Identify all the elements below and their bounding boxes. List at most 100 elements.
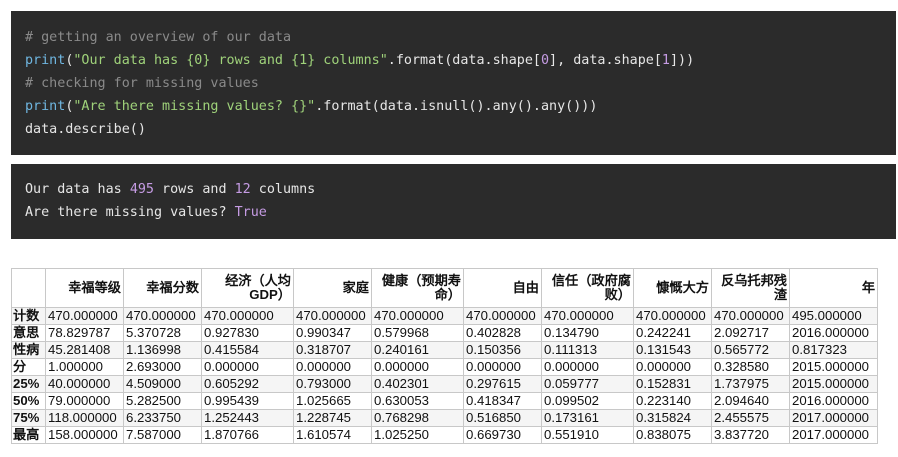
table-cell: 0.297615 <box>463 375 542 393</box>
code-print-shape: print("Our data has {0} rows and {1} col… <box>25 49 896 72</box>
table-row: 意思 78.829787 5.370728 0.927830 0.990347 0.579… <box>11 324 878 342</box>
table-cell: 0.927830 <box>201 324 294 342</box>
missing-values-result: True <box>234 205 267 220</box>
code-comment-missing: # checking for missing values <box>25 76 259 91</box>
table-cell: 0.516850 <box>463 409 542 427</box>
table-cell: 0.000000 <box>293 358 372 376</box>
table-cell: 3.837720 <box>711 426 790 444</box>
table-cell: 0.328580 <box>711 358 790 376</box>
table-cell: 2.094640 <box>711 392 790 410</box>
table-row: 25% 40.000000 4.509000 0.605292 0.793000 0.40… <box>11 375 878 393</box>
table-cell: 0.150356 <box>463 341 542 359</box>
format-string: "Are there missing values? {}" <box>73 99 316 114</box>
output-cell: Our data has 495 rows and 12 columns Are … <box>11 164 896 239</box>
table-cell: 2.455575 <box>711 409 790 427</box>
table-cell: 158.000000 <box>45 426 124 444</box>
table-cell: 45.281408 <box>45 341 124 359</box>
shape-index-0: 0 <box>540 53 550 68</box>
table-cell: 2016.000000 <box>789 392 878 410</box>
output-text: Are there missing values? <box>25 205 235 220</box>
table-cell: 0.605292 <box>201 375 294 393</box>
output-text: Our data has <box>25 182 130 197</box>
table-cell: 470.000000 <box>201 307 294 325</box>
table-cell: 2.092717 <box>711 324 790 342</box>
table-cell: 0.000000 <box>541 358 634 376</box>
table-cell: 0.240161 <box>371 341 464 359</box>
table-cell: 1.025665 <box>293 392 372 410</box>
table-cell: 78.829787 <box>45 324 124 342</box>
column-header: 幸福等级 <box>45 268 124 308</box>
row-label: 50% <box>11 392 46 410</box>
format-call-2: ], data.shape[ <box>549 53 662 68</box>
table-cell: 5.370728 <box>123 324 202 342</box>
table-cell: 0.131543 <box>633 341 712 359</box>
table-cell: 1.610574 <box>293 426 372 444</box>
table-cell: 0.173161 <box>541 409 634 427</box>
table-cell: 79.000000 <box>45 392 124 410</box>
table-cell: 40.000000 <box>45 375 124 393</box>
table-cell: 0.669730 <box>463 426 542 444</box>
row-label: 意思 <box>11 324 46 342</box>
table-cell: 2017.000000 <box>789 409 878 427</box>
table-cell: 0.995439 <box>201 392 294 410</box>
table-cell: 495.000000 <box>789 307 878 325</box>
table-cell: 0.630053 <box>371 392 464 410</box>
code-comment-overview: # getting an overview of our data <box>25 30 292 45</box>
index-header <box>11 268 46 308</box>
table-cell: 0.223140 <box>633 392 712 410</box>
column-header: 信任（政府腐败） <box>541 268 634 308</box>
table-cell: 1.025250 <box>371 426 464 444</box>
table-cell: 1.136998 <box>123 341 202 359</box>
table-cell: 7.587000 <box>123 426 202 444</box>
table-cell: 470.000000 <box>463 307 542 325</box>
table-cell: 0.111313 <box>541 341 634 359</box>
table-cell: 1.737975 <box>711 375 790 393</box>
code-cell[interactable]: # getting an overview of our data print("… <box>11 11 896 155</box>
table-cell: 0.402828 <box>463 324 542 342</box>
table-cell: 0.838075 <box>633 426 712 444</box>
row-label: 计数 <box>11 307 46 325</box>
format-call: .format(data.isnull().any().any())) <box>315 99 598 114</box>
column-header: 慷慨大方 <box>633 268 712 308</box>
table-cell: 118.000000 <box>45 409 124 427</box>
output-text: rows and <box>154 182 235 197</box>
table-cell: 0.402301 <box>371 375 464 393</box>
table-cell: 0.793000 <box>293 375 372 393</box>
table-cell: 2015.000000 <box>789 358 878 376</box>
table-cell: 2015.000000 <box>789 375 878 393</box>
table-cell: 2017.000000 <box>789 426 878 444</box>
table-row: 计数 470.000000 470.000000 470.000000 470.0000… <box>11 307 878 325</box>
table-cell: 0.817323 <box>789 341 878 359</box>
table-cell: 0.000000 <box>463 358 542 376</box>
column-header: 年 <box>789 268 878 308</box>
shape-index-1: 1 <box>661 53 670 68</box>
column-header: 健康（预期寿命） <box>371 268 464 308</box>
format-call-end: ])) <box>669 53 695 68</box>
table-cell: 0.000000 <box>633 358 712 376</box>
table-cell: 0.415584 <box>201 341 294 359</box>
table-cell: 470.000000 <box>45 307 124 325</box>
table-cell: 0.000000 <box>201 358 294 376</box>
table-body: 计数 470.000000 470.000000 470.000000 470.0000… <box>11 307 878 444</box>
table-cell: 1.252443 <box>201 409 294 427</box>
table-cell: 0.990347 <box>293 324 372 342</box>
table-cell: 470.000000 <box>711 307 790 325</box>
column-header: 家庭 <box>293 268 372 308</box>
row-label: 25% <box>11 375 46 393</box>
table-cell: 5.282500 <box>123 392 202 410</box>
table-row: 最高 158.000000 7.587000 1.870766 1.610574 1.02… <box>11 426 878 444</box>
table-cell: 0.418347 <box>463 392 542 410</box>
row-label: 最高 <box>11 426 46 444</box>
table-header-row: 幸福等级 幸福分数 经济（人均GDP） 家庭 健康（预期寿命） 自由 信任（政府… <box>11 268 878 308</box>
row-label: 分 <box>11 358 46 376</box>
format-call: .format(data.shape[ <box>387 53 541 68</box>
table-cell: 0.579968 <box>371 324 464 342</box>
table-cell: 0.059777 <box>541 375 634 393</box>
column-header: 幸福分数 <box>123 268 202 308</box>
table-cell: 1.870766 <box>201 426 294 444</box>
row-label: 75% <box>11 409 46 427</box>
table-cell: 470.000000 <box>371 307 464 325</box>
row-label: 性病 <box>11 341 46 359</box>
table-cell: 0.551910 <box>541 426 634 444</box>
column-header: 自由 <box>463 268 542 308</box>
